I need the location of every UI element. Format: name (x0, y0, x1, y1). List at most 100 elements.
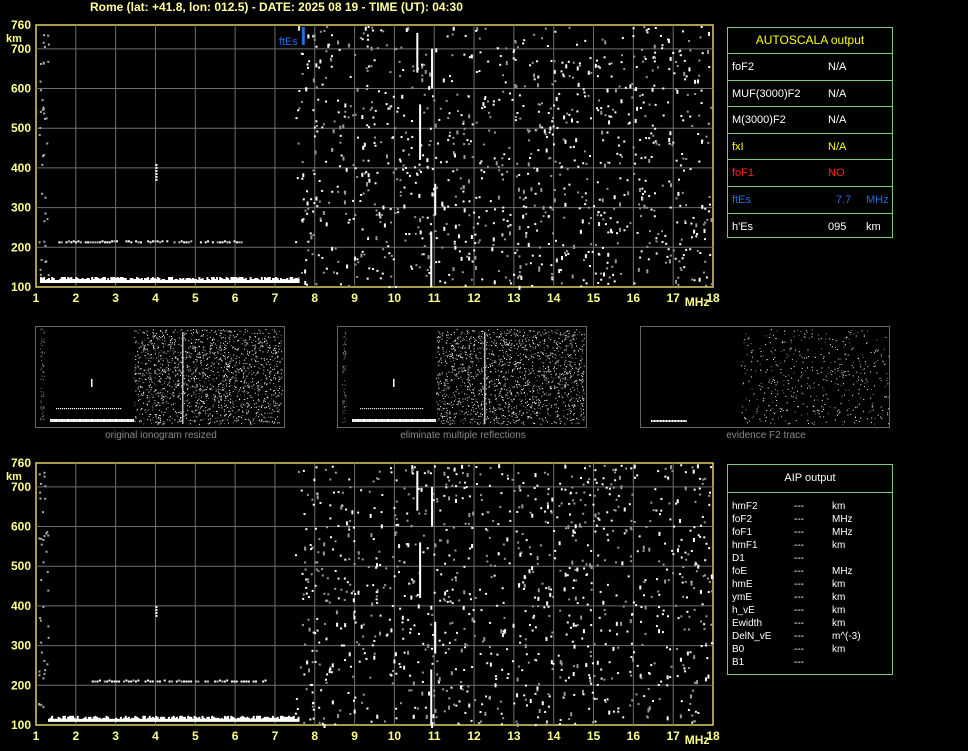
aip-row: hmF1---km (728, 540, 892, 553)
aip-row: Ewidth --- km (728, 618, 892, 631)
aip-value: --- (794, 579, 804, 590)
aip-label: foF2 (732, 514, 752, 525)
aip-label: hmF1 (732, 540, 758, 551)
x-tick-label: 16 (627, 729, 641, 743)
x-tick-label: 14 (547, 729, 561, 743)
aip-unit: m^(-3) (832, 631, 861, 642)
y-unit-label: km (6, 471, 22, 483)
x-tick-label: 5 (192, 291, 199, 305)
aip-unit: MHz (832, 527, 853, 538)
aip-row: ymE---km (728, 592, 892, 605)
y-tick-label: 100 (11, 280, 31, 294)
aip-value: --- (794, 540, 804, 551)
autoscala-label: foF1 (732, 167, 754, 179)
aip-row: DelN_vE---m^(-3) (728, 631, 892, 644)
x-tick-label: 3 (112, 291, 119, 305)
aip-unit: km (832, 618, 845, 629)
aip-value: --- (794, 553, 804, 564)
aip-value: --- (794, 618, 804, 629)
x-tick-label: 4 (152, 291, 159, 305)
thumb-no-multiples (337, 326, 587, 428)
thumb-f2-trace (640, 326, 890, 428)
x-tick-label: 14 (547, 291, 561, 305)
y-tick-label: 760 (11, 456, 31, 470)
aip-row: B1 --- (728, 657, 892, 670)
autoscala-row: foF1NO (728, 160, 892, 187)
x-tick-label: 2 (72, 291, 79, 305)
aip-value: --- (794, 514, 804, 525)
aip-value: --- (794, 644, 804, 655)
x-tick-label: 15 (587, 729, 601, 743)
aip-unit: km (832, 579, 845, 590)
aip-label: B1 (732, 657, 744, 668)
ftes-marker-line (302, 27, 305, 45)
x-tick-label: 11 (428, 729, 441, 743)
thumb-f2-trace-plot (641, 327, 889, 427)
autoscala-value: 095 (828, 221, 846, 233)
aip-label: foF1 (732, 527, 752, 538)
autoscala-row: fxIN/A (728, 134, 892, 161)
thumb-f2-trace-caption: evidence F2 trace (640, 430, 892, 441)
y-tick-label: 600 (11, 520, 31, 534)
aip-value: --- (794, 605, 804, 616)
aip-value: --- (794, 566, 804, 577)
station-header: Rome (lat: +41.8, lon: 012.5) - DATE: 20… (90, 0, 463, 14)
aip-title: AIP output (728, 465, 892, 493)
y-tick-label: 500 (11, 121, 31, 135)
autoscala-value: 7.7 (836, 194, 851, 206)
autoscala-row: ftEs7.7MHz (728, 187, 892, 214)
aip-row: hmE --- km (728, 579, 892, 592)
y-tick-label: 400 (11, 599, 31, 613)
x-tick-label: 6 (232, 291, 239, 305)
autoscala-value: N/A (828, 141, 846, 153)
aip-label: Ewidth (732, 618, 762, 629)
x-tick-label: 9 (351, 291, 358, 305)
ionogram-bottom: 1234567891011121314151617187607006005004… (0, 456, 720, 751)
x-unit-label: MHz (685, 295, 710, 309)
aip-panel: AIP output hmF2 --- km foF2 --- MHz foF1 --- MHz… (727, 464, 893, 675)
aip-label: ymE (732, 592, 752, 603)
thumb-original-caption: original ionogram resized (35, 430, 287, 441)
x-tick-label: 9 (351, 729, 358, 743)
aip-unit: km (832, 605, 845, 616)
aip-label: B0 (732, 644, 744, 655)
aip-label: D1 (732, 553, 745, 564)
aip-unit: km (832, 501, 845, 512)
autoscala-panel: AUTOSCALA output foF2N/AMUF(3000)F2N/AM(… (727, 27, 893, 238)
autoscala-value: N/A (828, 88, 846, 100)
aip-value: --- (794, 527, 804, 538)
aip-row: D1 --- (728, 553, 892, 566)
autoscala-row: M(3000)F2N/A (728, 107, 892, 134)
x-tick-label: 10 (388, 291, 402, 305)
x-tick-label: 8 (311, 729, 318, 743)
aip-label: hmF2 (732, 501, 758, 512)
aip-value: --- (794, 631, 804, 642)
y-tick-label: 760 (11, 18, 31, 32)
y-tick-label: 300 (11, 201, 31, 215)
autoscala-label: ftEs (732, 194, 751, 206)
autoscala-title: AUTOSCALA output (728, 28, 892, 54)
autoscala-value: N/A (828, 61, 846, 73)
aip-row: foE---MHz (728, 566, 892, 579)
thumb-no-multiples-plot (338, 327, 586, 427)
x-unit-label: MHz (685, 733, 710, 747)
x-tick-label: 2 (72, 729, 79, 743)
aip-label: hmE (732, 579, 753, 590)
autoscala-value: N/A (828, 114, 846, 126)
aip-row: B0---km (728, 644, 892, 657)
aip-unit: MHz (832, 514, 853, 525)
x-tick-label: 17 (666, 291, 680, 305)
y-tick-label: 400 (11, 161, 31, 175)
autoscala-row: MUF(3000)F2 N/A (728, 81, 892, 108)
autoscala-row: foF2N/A (728, 54, 892, 81)
x-tick-label: 7 (272, 291, 279, 305)
x-tick-label: 4 (152, 729, 159, 743)
aip-row: foF1 --- MHz (728, 527, 892, 540)
aip-value: --- (794, 501, 804, 512)
x-tick-label: 11 (428, 291, 441, 305)
x-tick-label: 12 (467, 291, 481, 305)
x-tick-label: 12 (467, 729, 481, 743)
x-tick-label: 5 (192, 729, 199, 743)
autoscala-label: MUF(3000)F2 (732, 88, 800, 100)
aip-value: --- (794, 657, 804, 668)
